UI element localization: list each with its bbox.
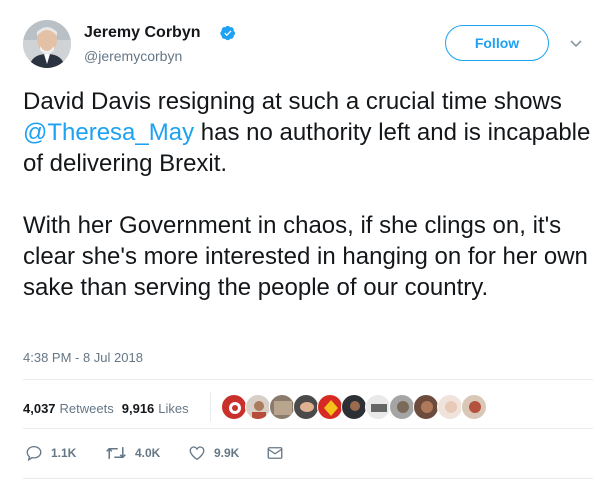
likes-label[interactable]: Likes xyxy=(158,401,188,416)
liker-avatar[interactable] xyxy=(341,394,367,420)
liker-avatar[interactable] xyxy=(365,394,391,420)
liker-avatar[interactable] xyxy=(389,394,415,420)
follow-button[interactable]: Follow xyxy=(445,25,549,61)
liker-avatar[interactable] xyxy=(317,394,343,420)
avatar[interactable] xyxy=(23,20,71,68)
liker-avatar[interactable] xyxy=(221,394,247,420)
divider xyxy=(23,379,593,380)
liker-avatar[interactable] xyxy=(437,394,463,420)
reply-icon xyxy=(26,445,42,462)
divider xyxy=(23,428,593,429)
tweet: Jeremy Corbyn @jeremycorbyn Follow David… xyxy=(0,0,616,502)
retweet-button[interactable]: 4.0K xyxy=(105,438,160,468)
envelope-icon xyxy=(267,447,283,459)
liker-avatar[interactable] xyxy=(461,394,487,420)
retweets-count[interactable]: 4,037 xyxy=(23,401,56,416)
retweet-count: 4.0K xyxy=(135,446,161,460)
action-bar: 1.1K 4.0K 9.9K xyxy=(0,438,616,468)
liker-avatar[interactable] xyxy=(245,394,271,420)
chevron-down-icon[interactable] xyxy=(570,39,582,49)
stats-row: 4,037 Retweets 9,916 Likes xyxy=(23,398,189,418)
like-count: 9.9K xyxy=(214,446,240,460)
verified-badge-icon xyxy=(220,25,235,41)
heart-icon xyxy=(189,446,205,461)
timestamp[interactable]: 4:38 PM - 8 Jul 2018 xyxy=(23,350,143,365)
reply-button[interactable]: 1.1K xyxy=(25,438,76,468)
mention-link[interactable]: @Theresa_May xyxy=(23,119,194,146)
likes-count[interactable]: 9,916 xyxy=(122,401,155,416)
tweet-text-part-1: David Davis resigning at such a crucial … xyxy=(23,88,562,115)
retweets-label[interactable]: Retweets xyxy=(60,401,114,416)
stats-separator xyxy=(210,392,211,422)
divider xyxy=(23,478,593,479)
handle[interactable]: @jeremycorbyn xyxy=(84,48,182,64)
reply-count: 1.1K xyxy=(51,446,77,460)
like-button[interactable]: 9.9K xyxy=(188,438,239,468)
tweet-text-part-2: has no authority left and is incapable o… xyxy=(23,119,591,301)
liker-avatar[interactable] xyxy=(413,394,439,420)
direct-message-button[interactable] xyxy=(266,438,284,468)
tweet-text: David Davis resigning at such a crucial … xyxy=(23,86,598,303)
display-name[interactable]: Jeremy Corbyn xyxy=(84,24,201,42)
liker-avatar[interactable] xyxy=(269,394,295,420)
liker-avatar[interactable] xyxy=(293,394,319,420)
retweet-icon xyxy=(106,447,126,459)
